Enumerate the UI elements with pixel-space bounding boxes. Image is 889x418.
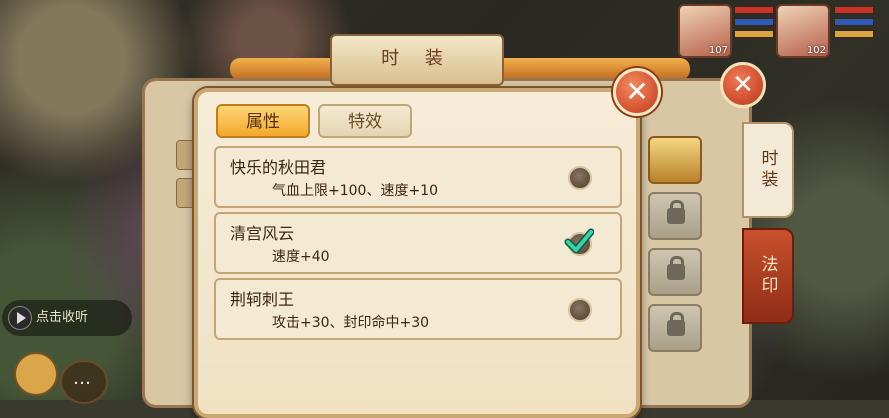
emoji-icon[interactable] [14, 352, 58, 396]
tab-attributes[interactable]: 属性 [216, 104, 310, 138]
costume-name: 荆轲刺王 [230, 290, 295, 309]
lock-icon [667, 200, 685, 224]
pet-status-bars [734, 6, 774, 44]
pet-portrait[interactable]: 107 [678, 4, 732, 58]
portrait-level: 107 [708, 45, 728, 56]
costume-slots [648, 136, 708, 360]
tab-seal[interactable]: 法印 [742, 228, 794, 324]
costume-slot-locked[interactable] [648, 248, 702, 296]
play-icon [8, 306, 32, 330]
tab-costume[interactable]: 时装 [742, 122, 794, 218]
costume-slot-locked[interactable] [648, 192, 702, 240]
lock-icon [667, 312, 685, 336]
lock-icon [667, 256, 685, 280]
costume-name: 快乐的秋田君 [230, 158, 327, 177]
costume-attribute: 气血上限+100、速度+10 [272, 183, 438, 199]
player-status-bars [834, 6, 874, 44]
select-radio[interactable] [568, 166, 592, 190]
play-tip-label: 点击收听 [36, 310, 89, 325]
tab-effects[interactable]: 特效 [318, 104, 412, 138]
player-portrait[interactable]: 102 [776, 4, 830, 58]
costume-attribute-popup: 属性 特效 快乐的秋田君 气血上限+100、速度+10 清宫风云 速度+40 荆… [194, 88, 640, 418]
check-icon [564, 228, 594, 254]
costume-list-item[interactable]: 荆轲刺王 攻击+30、封印命中+30 [214, 278, 622, 340]
costume-list-item[interactable]: 快乐的秋田君 气血上限+100、速度+10 [214, 146, 622, 208]
costume-list-item[interactable]: 清宫风云 速度+40 [214, 212, 622, 274]
portrait-level: 102 [806, 45, 826, 56]
costume-attribute: 攻击+30、封印命中+30 [272, 315, 430, 331]
costume-window-title: 时 装 [330, 34, 504, 86]
voice-play-tip[interactable]: 点击收听 [2, 300, 132, 336]
costume-slot-locked[interactable] [648, 304, 702, 352]
select-radio[interactable] [568, 298, 592, 322]
costume-close-button[interactable]: ✕ [720, 62, 766, 108]
costume-attribute: 速度+40 [272, 249, 330, 265]
chat-icon[interactable] [60, 360, 108, 404]
popup-close-button[interactable]: ✕ [613, 68, 661, 116]
costume-name: 清宫风云 [230, 224, 295, 243]
costume-slot-unlocked[interactable] [648, 136, 702, 184]
